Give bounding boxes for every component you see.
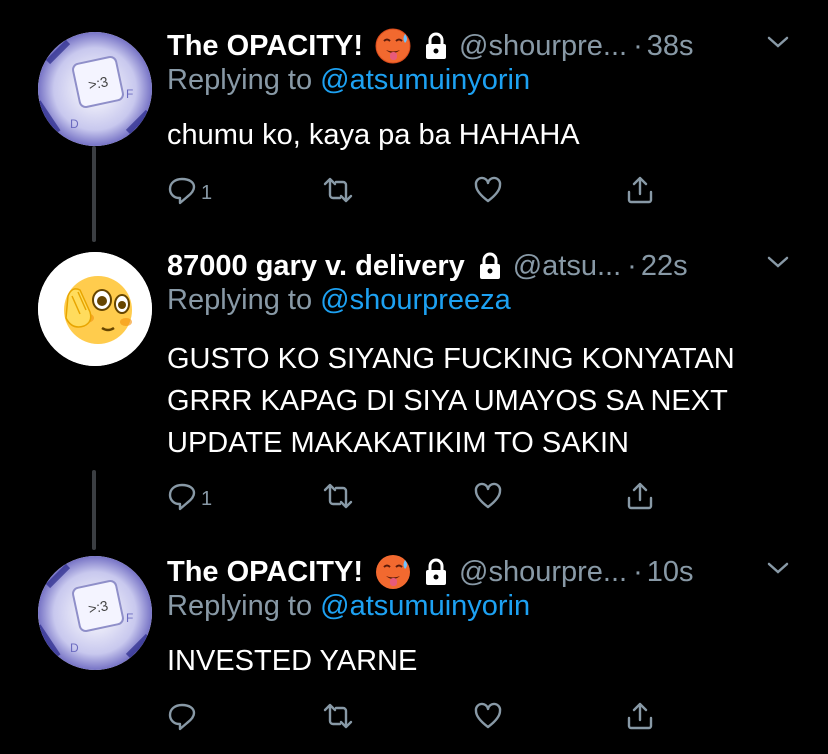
tweet[interactable]: 87000 gary v. delivery @atsu... · 22s Re… [0, 246, 828, 536]
timestamp[interactable]: 38s [647, 30, 694, 63]
share-icon [627, 482, 653, 510]
share-button[interactable] [625, 698, 655, 734]
replying-to: Replying to @atsumuinyorin [167, 590, 530, 623]
lock-icon [477, 252, 503, 280]
user-handle[interactable]: @shourpre... [459, 556, 627, 589]
tweet[interactable]: >:3 D F The OPACITY! @shourpre... · 38s … [0, 26, 828, 226]
display-name[interactable]: 87000 gary v. delivery [167, 250, 465, 283]
display-name[interactable]: The OPACITY! [167, 30, 363, 63]
flushed-face-emoji-avatar-icon [38, 252, 152, 366]
replying-to: Replying to @shourpreeza [167, 284, 511, 317]
share-button[interactable] [625, 478, 655, 514]
user-handle[interactable]: @shourpre... [459, 30, 627, 63]
timestamp[interactable]: 22s [641, 250, 688, 283]
tweet-actions: 1 [167, 172, 667, 212]
mention-link[interactable]: @atsumuinyorin [320, 590, 530, 622]
retweet-button[interactable] [323, 698, 353, 734]
avatar[interactable]: >:3 D F [38, 556, 152, 670]
retweet-button[interactable] [323, 478, 353, 514]
keyboard-key-avatar-icon: >:3 D F [38, 32, 152, 146]
svg-text:F: F [126, 611, 133, 625]
mention-link[interactable]: @atsumuinyorin [320, 64, 530, 96]
svg-text:F: F [126, 87, 133, 101]
tweet-header: The OPACITY! @shourpre... · 10s [167, 552, 694, 592]
replying-to-label: Replying to [167, 284, 321, 316]
chevron-down-icon[interactable] [766, 254, 790, 270]
display-name[interactable]: The OPACITY! [167, 556, 363, 589]
timestamp[interactable]: 10s [647, 556, 694, 589]
tweet-text: GUSTO KO SIYANG FUCKING KONYATAN GRRR KA… [167, 343, 735, 459]
separator-dot: · [627, 249, 637, 282]
chevron-down-icon[interactable] [766, 34, 790, 50]
like-button[interactable] [473, 478, 503, 514]
replying-to: Replying to @atsumuinyorin [167, 64, 530, 97]
reply-icon [168, 703, 196, 731]
like-button[interactable] [473, 172, 503, 208]
separator-dot: · [633, 29, 643, 62]
replying-to-label: Replying to [167, 590, 321, 622]
heart-icon [474, 482, 502, 509]
tweet-header: The OPACITY! @shourpre... · 38s [167, 26, 694, 66]
share-button[interactable] [625, 172, 655, 208]
lock-icon [423, 558, 449, 586]
chevron-down-icon[interactable] [766, 560, 790, 576]
heart-icon [474, 702, 502, 729]
reply-count: 1 [201, 181, 213, 204]
hot-face-emoji-icon [375, 554, 411, 590]
retweet-icon [323, 483, 353, 509]
reply-button[interactable]: 1 [167, 478, 212, 514]
retweet-icon [323, 703, 353, 729]
avatar[interactable] [38, 252, 152, 366]
svg-text:D: D [70, 117, 79, 131]
replying-to-label: Replying to [167, 64, 321, 96]
reply-icon [168, 177, 196, 205]
svg-text:D: D [70, 641, 79, 655]
lock-icon [423, 32, 449, 60]
tweet-actions: 1 [167, 478, 667, 518]
avatar[interactable]: >:3 D F [38, 32, 152, 146]
like-button[interactable] [473, 698, 503, 734]
reply-button[interactable] [167, 698, 201, 734]
reply-count: 1 [201, 487, 213, 510]
reply-icon [168, 483, 196, 511]
keyboard-key-avatar-icon: >:3 D F [38, 556, 152, 670]
heart-icon [474, 176, 502, 203]
share-icon [627, 176, 653, 204]
tweet-actions [167, 698, 667, 738]
user-handle[interactable]: @atsu... [513, 250, 621, 283]
retweet-icon [323, 177, 353, 203]
reply-button[interactable]: 1 [167, 172, 212, 208]
hot-face-emoji-icon [375, 28, 411, 64]
tweet-text: chumu ko, kaya pa ba HAHAHA [167, 119, 580, 151]
tweet-text: INVESTED YARNE [167, 645, 418, 677]
retweet-button[interactable] [323, 172, 353, 208]
tweet-header: 87000 gary v. delivery @atsu... · 22s [167, 246, 688, 286]
separator-dot: · [633, 555, 643, 588]
share-icon [627, 702, 653, 730]
mention-link[interactable]: @shourpreeza [320, 284, 511, 316]
tweet[interactable]: >:3 D F The OPACITY! @shourpre... · 10s … [0, 552, 828, 752]
